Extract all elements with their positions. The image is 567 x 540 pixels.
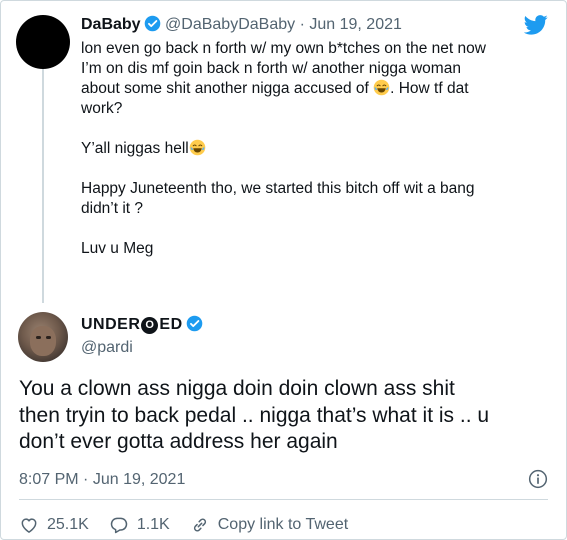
thread-connector-line bbox=[42, 67, 44, 303]
display-name[interactable]: DaBaby bbox=[81, 16, 141, 33]
tweet-line: Y’all niggas hell bbox=[81, 139, 551, 159]
tweet-screenshot: DaBaby @DaBabyDaBaby · Jun 19, 2021 lon … bbox=[0, 0, 567, 540]
tweet-date[interactable]: Jun 19, 2021 bbox=[309, 16, 402, 33]
user-handle[interactable]: @DaBabyDaBaby bbox=[165, 16, 295, 33]
verified-badge-icon bbox=[186, 315, 202, 332]
heart-icon bbox=[21, 518, 37, 533]
tweet-line: lon even go back n forth w/ my own b*tch… bbox=[81, 40, 486, 57]
info-icon[interactable] bbox=[528, 469, 548, 489]
tweet-line: don’t ever gotta address her again bbox=[19, 430, 338, 453]
copy-link-label: Copy link to Tweet bbox=[217, 516, 349, 533]
tweet-time: 8:07 PM bbox=[19, 471, 79, 488]
tweet-date: Jun 19, 2021 bbox=[92, 471, 186, 488]
tweet-line: I’m on dis mf goin back n forth w/ anoth… bbox=[81, 60, 461, 77]
separator-dot: · bbox=[83, 471, 89, 488]
avatar[interactable] bbox=[18, 312, 68, 362]
separator-dot: · bbox=[299, 16, 305, 33]
display-name[interactable]: UNDER O ED bbox=[81, 315, 203, 335]
tweet-line: didn’t it ? bbox=[81, 200, 144, 217]
tweet-line: Luv u Meg bbox=[81, 240, 154, 257]
reply-count: 1.1K bbox=[136, 516, 170, 533]
copy-link-button[interactable]: Copy link to Tweet bbox=[190, 515, 348, 535]
laughing-tears-emoji-icon bbox=[189, 139, 206, 156]
tweet-header: DaBaby @DaBabyDaBaby · Jun 19, 2021 bbox=[81, 15, 402, 35]
tweet-timestamp[interactable]: 8:07 PM · Jun 19, 2021 bbox=[19, 470, 185, 490]
like-count: 25.1K bbox=[47, 516, 89, 533]
divider bbox=[19, 499, 548, 500]
reply-bubble-icon bbox=[110, 517, 128, 534]
laughing-tears-emoji-icon bbox=[373, 79, 390, 96]
tweet-line: Happy Juneteenth tho, we started this bi… bbox=[81, 180, 475, 197]
tweet-actions: 25.1K 1.1K Copy link to Tweet bbox=[19, 515, 368, 535]
link-icon bbox=[193, 518, 206, 532]
like-button[interactable]: 25.1K bbox=[19, 515, 89, 535]
tweet-text: You a clown ass nigga doin doin clown as… bbox=[19, 376, 554, 456]
tweet-line: about some shit another nigga accused of… bbox=[81, 79, 469, 97]
tweet-line: You a clown ass nigga doin doin clown as… bbox=[19, 377, 455, 400]
tweet-text: lon even go back n forth w/ my own b*tch… bbox=[81, 39, 551, 259]
verified-badge-icon bbox=[144, 15, 160, 32]
tweet-line: work? bbox=[81, 100, 123, 117]
reply-button[interactable]: 1.1K bbox=[109, 515, 170, 535]
name-badge: O bbox=[141, 317, 159, 334]
user-handle[interactable]: @pardi bbox=[81, 338, 133, 358]
tweet-line: then tryin to back pedal .. nigga that’s… bbox=[19, 403, 490, 427]
avatar[interactable] bbox=[16, 15, 70, 69]
twitter-bird-icon bbox=[524, 15, 548, 35]
